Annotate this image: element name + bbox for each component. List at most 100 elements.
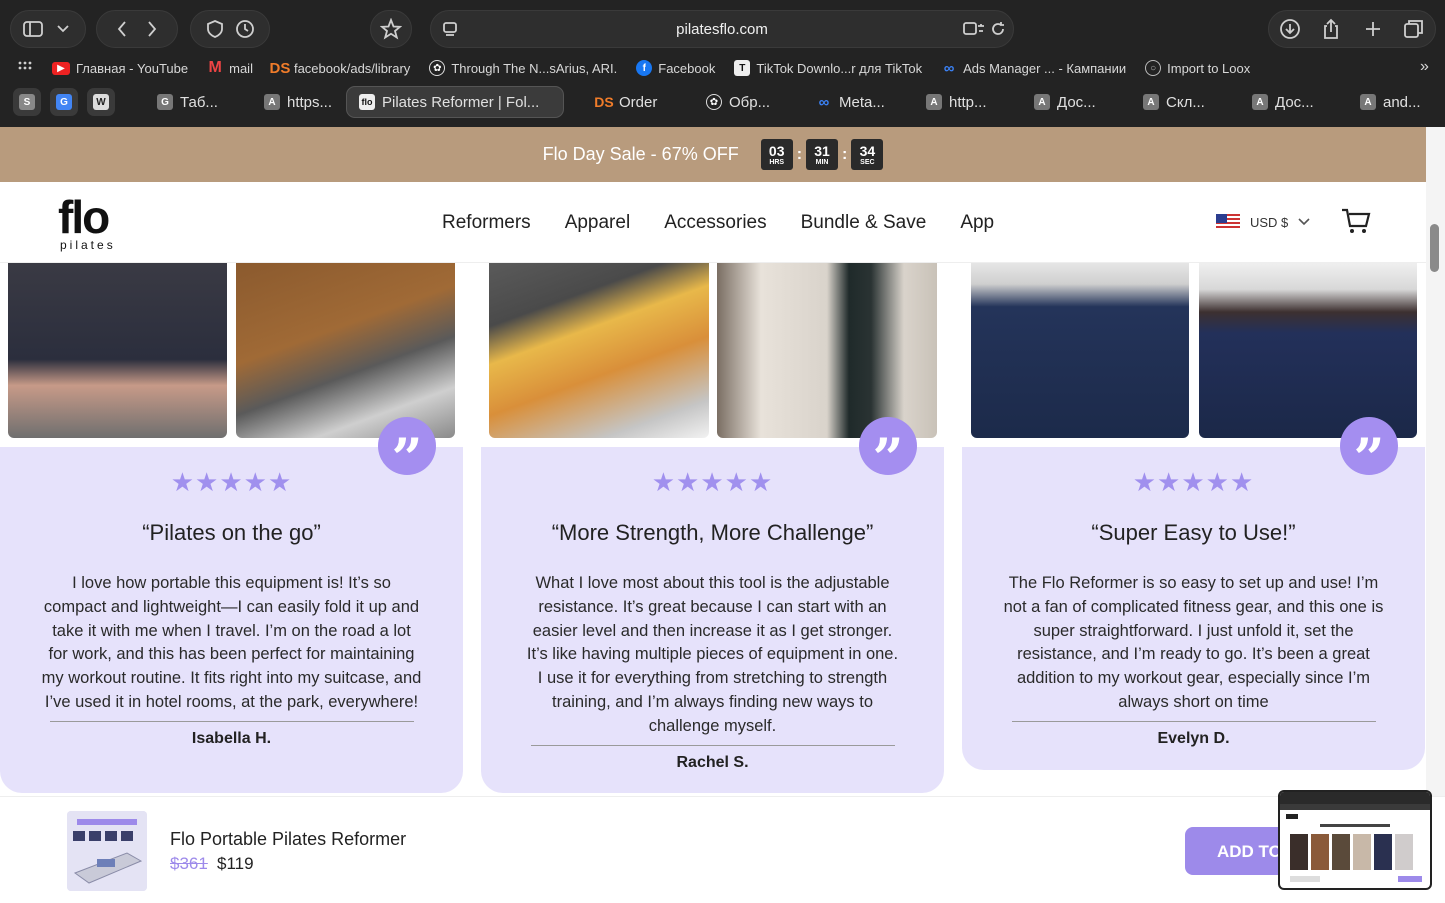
more-bookmarks-icon[interactable]: » [1420, 58, 1429, 76]
countdown-value: 03 [768, 142, 785, 159]
bookmark-label: facebook/ads/library [293, 60, 411, 76]
tab-favicon: A [1252, 94, 1268, 110]
product-name: Flo Portable Pilates Reformer [170, 829, 407, 849]
old-price: $361 [170, 854, 208, 873]
tab[interactable]: Ahttps... [252, 86, 347, 118]
bookmark-chatgpt[interactable]: ✿ Through The N...sArius, ARI. [429, 60, 617, 76]
bookmark-label: Ads Manager ... - Кампании [963, 60, 1127, 76]
screenshot-preview-thumbnail[interactable] [1278, 790, 1432, 890]
chevron-down-icon [1298, 218, 1310, 226]
new-tab-icon[interactable] [1358, 14, 1388, 44]
download-icon[interactable] [1275, 14, 1305, 44]
nav-reformers[interactable]: Reformers [442, 212, 531, 234]
chatgpt-icon: ✿ [429, 60, 446, 76]
globe-icon: ○ [1145, 60, 1162, 76]
review-title: “Pilates on the go” [142, 520, 321, 545]
bookmark-loox[interactable]: ○ Import to Loox [1145, 60, 1250, 76]
history-icon[interactable] [230, 14, 260, 44]
tab-label: Meta... [839, 93, 885, 111]
tab[interactable]: ✿ Обр... [694, 86, 794, 118]
toolbar-right [1268, 10, 1436, 48]
tab[interactable]: G Таб... [145, 86, 245, 118]
bookmark-star-button[interactable] [370, 10, 412, 48]
review-author: Rachel S. [676, 753, 749, 771]
facebook-icon: f [636, 60, 653, 76]
review-photo[interactable] [236, 263, 455, 438]
scrollbar-thumb[interactable] [1430, 224, 1439, 272]
product-image [67, 811, 147, 891]
bookmark-ads-library[interactable]: DS facebook/ads/library [270, 60, 411, 77]
nav-app[interactable]: App [960, 212, 994, 234]
bookmark-label: TikTok Downlo...r для TikTok [756, 60, 923, 76]
share-icon[interactable] [1316, 14, 1346, 44]
pinned-tab-icon: G [56, 94, 72, 110]
tab-label: Дос... [1057, 93, 1096, 111]
nav-apparel[interactable]: Apparel [565, 212, 631, 234]
tab-label: http... [949, 93, 987, 111]
review-photo[interactable] [1199, 263, 1417, 438]
nav-accessories[interactable]: Accessories [664, 212, 766, 234]
bookmark-label: Through The N...sArius, ARI. [451, 60, 618, 76]
tab[interactable]: A Скл... [1131, 86, 1231, 118]
star-icon [376, 14, 406, 44]
shield-icon[interactable] [200, 14, 230, 44]
tab-favicon: A [1143, 94, 1159, 110]
address-bar[interactable]: pilatesflo.com [430, 10, 1014, 48]
meta-favicon: ∞ [818, 93, 830, 111]
countdown-separator: : [796, 145, 803, 163]
countdown-unit: MIN [815, 158, 829, 166]
forward-icon[interactable] [137, 14, 167, 44]
sidebar-toggle-group[interactable] [10, 10, 86, 48]
review-photo[interactable] [489, 263, 709, 438]
review-card: ★★★★★ “More Strength, More Challenge” Wh… [481, 447, 944, 793]
tab-label: Дос... [1275, 93, 1314, 111]
pinned-tab-icon: S [19, 94, 35, 110]
tab-active[interactable]: flo Pilates Reformer | Fol... [346, 86, 564, 118]
review-photo[interactable] [717, 263, 937, 438]
bookmark-ads-manager[interactable]: ∞ Ads Manager ... - Кампании [941, 60, 1127, 77]
chevron-down-icon[interactable] [48, 14, 78, 44]
gmail-icon: M [208, 59, 222, 76]
countdown-seconds: 34 SEC [851, 139, 884, 170]
tab[interactable]: DS Order [584, 86, 680, 118]
sidebar-icon[interactable] [18, 14, 48, 44]
bookmark-mail[interactable]: Mmail [207, 59, 253, 76]
bookmark-facebook[interactable]: f Facebook [636, 60, 715, 76]
review-photo[interactable] [8, 263, 227, 438]
reload-icon[interactable] [983, 14, 1013, 44]
nav-bundle-save[interactable]: Bundle & Save [801, 212, 927, 234]
tiktok-icon: T [734, 60, 751, 76]
pinned-tab-1[interactable]: S [13, 88, 41, 116]
tab-label: Таб... [180, 93, 218, 111]
browser-chrome: pilatesflo.com ▶ Главная - YouTube Mmail … [0, 0, 1445, 127]
tab[interactable]: A Дос... [1022, 86, 1122, 118]
pinned-tab-3[interactable]: W [87, 88, 115, 116]
bookmark-label: Import to Loox [1167, 60, 1251, 76]
review-photo[interactable] [971, 263, 1189, 438]
currency-selector[interactable]: USD $ [1216, 214, 1310, 230]
main-menu: Reformers Apparel Accessories Bundle & S… [442, 212, 994, 234]
page-scrollbar[interactable] [1426, 127, 1445, 796]
bookmark-tiktok[interactable]: T TikTok Downlo...r для TikTok [734, 60, 922, 76]
tab[interactable]: ∞ Meta... [804, 86, 904, 118]
bookmark-youtube[interactable]: ▶ Главная - YouTube [52, 61, 188, 76]
pinned-tab-icon: W [93, 94, 109, 110]
cart-icon[interactable] [1340, 206, 1372, 236]
tab[interactable]: A Дос... [1240, 86, 1340, 118]
tab-favicon: A [264, 94, 280, 110]
flo-logo[interactable]: flo pilates [58, 192, 116, 252]
countdown-minutes: 31 MIN [806, 139, 839, 170]
review-title: “More Strength, More Challenge” [551, 520, 874, 545]
review-body: I love how portable this equipment is! I… [41, 574, 422, 711]
flo-favicon: flo [359, 94, 375, 110]
tab[interactable]: Ahttp... [914, 86, 1014, 118]
grid-icon[interactable] [10, 53, 40, 83]
pinned-tab-2[interactable]: G [50, 88, 78, 116]
back-icon[interactable] [107, 14, 137, 44]
tab-overview-icon[interactable] [1399, 14, 1429, 44]
countdown-unit: SEC [860, 158, 875, 166]
us-flag-icon [1216, 214, 1240, 230]
review-title: “Super Easy to Use!” [1091, 520, 1296, 545]
tab[interactable]: Aand... [1348, 86, 1443, 118]
sale-price: $119 [217, 854, 254, 873]
